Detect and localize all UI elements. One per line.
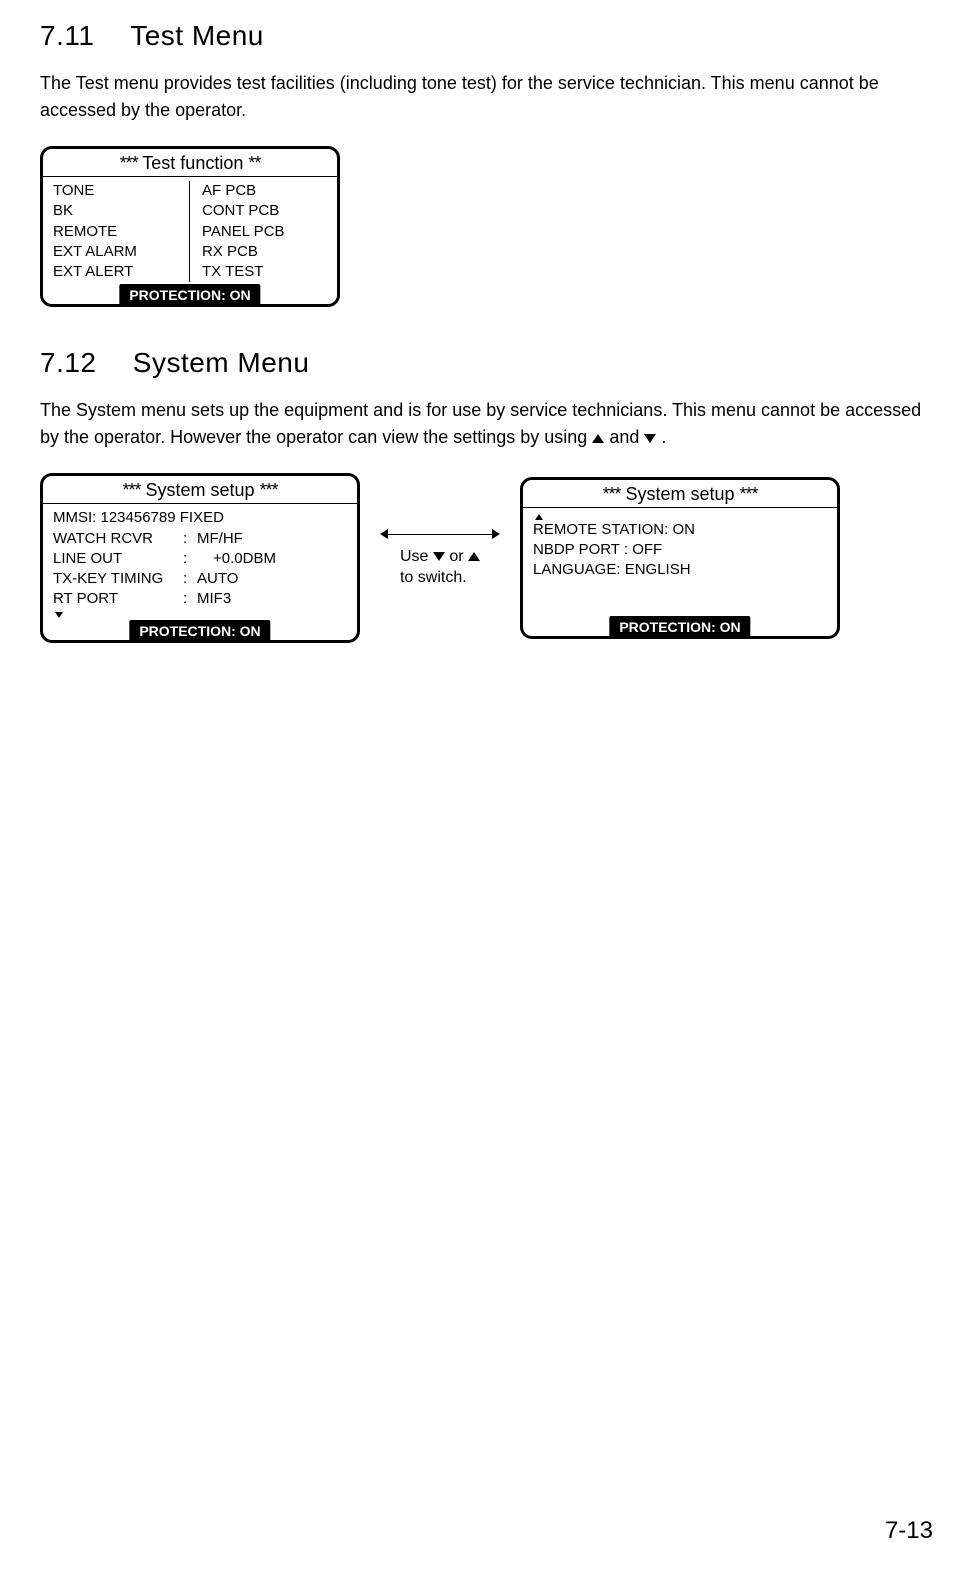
panel-title-text: System setup	[625, 484, 734, 504]
setting-row: RT PORT : MIF3	[53, 589, 347, 609]
setting-val: MF/HF	[197, 529, 243, 549]
body-part2: and	[604, 427, 644, 447]
triangle-down-icon	[644, 434, 656, 443]
switch-line1-prefix: Use	[400, 548, 433, 565]
section-title: System Menu	[133, 347, 310, 378]
triangle-down-icon	[55, 612, 63, 618]
panel-title: *** Test function **	[43, 149, 337, 177]
stars-suffix: ***	[740, 484, 758, 504]
setting-line: LANGUAGE: ENGLISH	[533, 560, 827, 580]
protection-badge: PROTECTION: ON	[609, 616, 750, 638]
body-text-test-menu: The Test menu provides test facilities (…	[40, 70, 933, 124]
colon: :	[183, 529, 197, 549]
heading-system-menu: 7.12 System Menu	[40, 347, 933, 379]
section-system-menu: 7.12 System Menu The System menu sets up…	[40, 347, 933, 642]
body-part3: .	[656, 427, 666, 447]
list-item: EXT ALERT	[53, 262, 181, 282]
triangle-down-icon	[433, 552, 445, 561]
panel-title: *** System setup ***	[43, 476, 357, 504]
system-setup-panel-2: *** System setup *** REMOTE STATION: ON …	[520, 477, 840, 640]
protection-badge: PROTECTION: ON	[119, 284, 260, 306]
colon: :	[183, 569, 197, 589]
setting-row: LINE OUT : +0.0DBM	[53, 549, 347, 569]
section-number: 7.12	[40, 347, 97, 378]
setting-val: AUTO	[197, 569, 238, 589]
switch-hint: Use or to switch.	[380, 527, 500, 589]
stars-prefix: ***	[602, 484, 620, 504]
list-item: CONT PCB	[202, 201, 327, 221]
body-part1: The System menu sets up the equipment an…	[40, 400, 921, 447]
panel-title: *** System setup ***	[523, 480, 837, 508]
setting-key: TX-KEY TIMING	[53, 569, 183, 589]
mmsi-line: MMSI: 123456789 FIXED	[53, 508, 347, 528]
heading-test-menu: 7.11 Test Menu	[40, 20, 933, 52]
list-item: RX PCB	[202, 242, 327, 262]
switch-line1-mid: or	[445, 548, 468, 565]
triangle-up-icon	[592, 434, 604, 443]
system-panels-row: *** System setup *** MMSI: 123456789 FIX…	[40, 473, 933, 642]
double-arrow-icon	[380, 527, 500, 541]
more-below-indicator	[53, 610, 347, 618]
setting-val: MIF3	[197, 589, 231, 609]
system-setup-panel-1: *** System setup *** MMSI: 123456789 FIX…	[40, 473, 360, 642]
page-number: 7-13	[885, 1517, 933, 1545]
test-col-2: AF PCB CONT PCB PANEL PCB RX PCB TX TEST	[190, 181, 327, 282]
stars-suffix: ***	[260, 480, 278, 500]
list-item: BK	[53, 201, 181, 221]
section-title: Test Menu	[130, 20, 264, 51]
setting-key: WATCH RCVR	[53, 529, 183, 549]
triangle-up-icon	[535, 514, 543, 520]
switch-text: Use or to switch.	[400, 547, 480, 589]
panel-title-text: System setup	[145, 480, 254, 500]
list-item: EXT ALARM	[53, 242, 181, 262]
list-item: TONE	[53, 181, 181, 201]
setting-row: TX-KEY TIMING : AUTO	[53, 569, 347, 589]
setting-key: LINE OUT	[53, 549, 183, 569]
setting-key: RT PORT	[53, 589, 183, 609]
body-text-system-menu: The System menu sets up the equipment an…	[40, 397, 933, 451]
setting-line: REMOTE STATION: ON	[533, 520, 827, 540]
colon: :	[183, 589, 197, 609]
section-test-menu: 7.11 Test Menu The Test menu provides te…	[40, 20, 933, 307]
setting-line: NBDP PORT : OFF	[533, 540, 827, 560]
list-item: REMOTE	[53, 222, 181, 242]
test-col-1: TONE BK REMOTE EXT ALARM EXT ALERT	[53, 181, 190, 282]
protection-badge: PROTECTION: ON	[129, 620, 270, 642]
triangle-up-icon	[468, 552, 480, 561]
colon: :	[183, 549, 197, 569]
arrow-line	[386, 534, 494, 535]
section-number: 7.11	[40, 20, 94, 51]
stars-prefix: ***	[120, 153, 138, 173]
arrow-right-icon	[492, 529, 500, 539]
switch-line2: to switch.	[400, 569, 467, 586]
more-above-indicator	[533, 512, 827, 520]
list-item: PANEL PCB	[202, 222, 327, 242]
stars-suffix: **	[248, 153, 260, 173]
test-function-panel: *** Test function ** TONE BK REMOTE EXT …	[40, 146, 340, 307]
list-item: TX TEST	[202, 262, 327, 282]
setting-val: +0.0DBM	[197, 549, 276, 569]
list-item: AF PCB	[202, 181, 327, 201]
stars-prefix: ***	[122, 480, 140, 500]
panel-title-text: Test function	[142, 153, 243, 173]
setting-row: WATCH RCVR : MF/HF	[53, 529, 347, 549]
